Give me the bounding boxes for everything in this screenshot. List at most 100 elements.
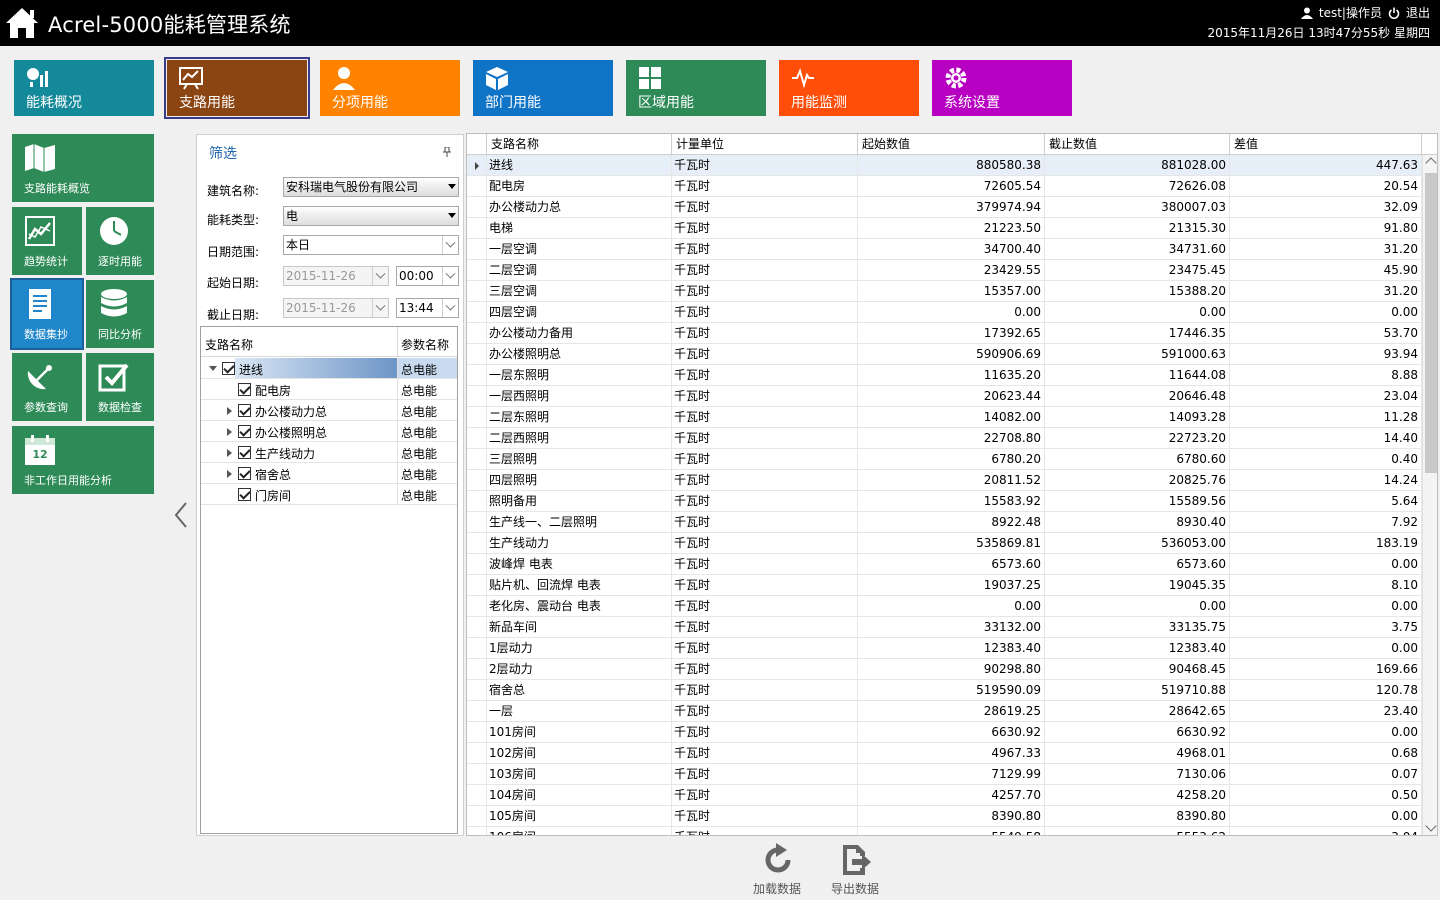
table-row[interactable]: 配电房 千瓦时 72605.54 72626.08 20.54 [467,176,1422,197]
nav-tile-3[interactable]: 分项用能 [320,60,460,116]
table-row[interactable]: 105房间 千瓦时 8390.80 8390.80 0.00 [467,806,1422,827]
row-selector[interactable] [467,428,487,449]
row-selector[interactable] [467,491,487,512]
start-time-picker[interactable]: 00:00 [396,266,459,286]
table-row[interactable]: 103房间 千瓦时 7129.99 7130.06 0.07 [467,764,1422,785]
row-selector[interactable] [467,533,487,554]
table-row[interactable]: 一层空调 千瓦时 34700.40 34731.60 31.20 [467,239,1422,260]
start-date-picker[interactable]: 2015-11-26 [283,266,389,286]
row-selector[interactable] [467,617,487,638]
grid-column-header[interactable]: 差值 [1230,134,1422,155]
sidebar-tile-2[interactable]: 趋势统计 [12,207,82,275]
tree-checkbox[interactable] [238,404,251,417]
table-row[interactable]: 四层照明 千瓦时 20811.52 20825.76 14.24 [467,470,1422,491]
nav-tile-2[interactable]: 支路用能 [164,57,310,119]
row-selector[interactable] [467,407,487,428]
nav-tile-4[interactable]: 部门用能 [473,60,613,116]
table-row[interactable]: 二层空调 千瓦时 23429.55 23475.45 45.90 [467,260,1422,281]
tree-checkbox[interactable] [238,488,251,501]
row-selector[interactable] [467,806,487,827]
row-selector[interactable] [467,386,487,407]
tree-checkbox[interactable] [238,446,251,459]
row-selector[interactable] [467,638,487,659]
row-selector[interactable] [467,323,487,344]
building-select[interactable]: 安科瑞电气股份有限公司 [283,177,459,197]
tree-row[interactable]: 办公楼照明总 总电能 [201,421,457,442]
table-row[interactable]: 一层西照明 千瓦时 20623.44 20646.48 23.04 [467,386,1422,407]
table-row[interactable]: 二层东照明 千瓦时 14082.00 14093.28 11.28 [467,407,1422,428]
export-data-button[interactable]: 导出数据 [820,842,890,898]
row-selector[interactable] [467,449,487,470]
table-row[interactable]: 老化房、震动台 电表 千瓦时 0.00 0.00 0.00 [467,596,1422,617]
tree-checkbox[interactable] [222,362,235,375]
table-row[interactable]: 2层动力 千瓦时 90298.80 90468.45 169.66 [467,659,1422,680]
table-row[interactable]: 四层空调 千瓦时 0.00 0.00 0.00 [467,302,1422,323]
row-selector[interactable] [467,302,487,323]
collapse-arrow-icon[interactable] [227,428,232,436]
row-selector[interactable] [467,176,487,197]
row-selector[interactable] [467,743,487,764]
collapse-arrow-icon[interactable] [227,407,232,415]
table-row[interactable]: 进线 千瓦时 880580.38 881028.00 447.63 [467,155,1422,176]
table-row[interactable]: 贴片机、回流焊 电表 千瓦时 19037.25 19045.35 8.10 [467,575,1422,596]
row-selector[interactable] [467,218,487,239]
tree-row[interactable]: 进线 总电能 [201,358,457,379]
sidebar-tile-1[interactable]: 支路能耗概览 [12,134,154,202]
nav-tile-5[interactable]: 区域用能 [626,60,766,116]
grid-column-header[interactable]: 截止数值 [1045,134,1230,155]
nav-tile-7[interactable]: 系统设置 [932,60,1072,116]
table-row[interactable]: 一层 千瓦时 28619.25 28642.65 23.40 [467,701,1422,722]
table-row[interactable]: 生产线一、二层照明 千瓦时 8922.48 8930.40 7.92 [467,512,1422,533]
table-row[interactable]: 电梯 千瓦时 21223.50 21315.30 91.80 [467,218,1422,239]
table-row[interactable]: 照明备用 千瓦时 15583.92 15589.56 5.64 [467,491,1422,512]
tree-row[interactable]: 生产线动力 总电能 [201,442,457,463]
home-icon[interactable] [4,6,40,40]
table-row[interactable]: 102房间 千瓦时 4967.33 4968.01 0.68 [467,743,1422,764]
tree-checkbox[interactable] [238,425,251,438]
reload-data-button[interactable]: 加载数据 [742,842,812,898]
table-row[interactable]: 101房间 千瓦时 6630.92 6630.92 0.00 [467,722,1422,743]
end-time-picker[interactable]: 13:44 [396,298,459,318]
row-selector[interactable] [467,575,487,596]
table-row[interactable]: 三层照明 千瓦时 6780.20 6780.60 0.40 [467,449,1422,470]
row-selector[interactable] [467,260,487,281]
scroll-down-icon[interactable] [1425,820,1437,832]
table-row[interactable]: 办公楼照明总 千瓦时 590906.69 591000.63 93.94 [467,344,1422,365]
table-row[interactable]: 办公楼动力备用 千瓦时 17392.65 17446.35 53.70 [467,323,1422,344]
end-date-picker[interactable]: 2015-11-26 [283,298,389,318]
pin-icon[interactable] [443,147,451,157]
tree-row[interactable]: 配电房 总电能 [201,379,457,400]
scroll-thumb[interactable] [1425,173,1437,473]
row-selector[interactable] [467,659,487,680]
vertical-scrollbar[interactable] [1422,155,1437,835]
table-row[interactable]: 生产线动力 千瓦时 535869.81 536053.00 183.19 [467,533,1422,554]
logout-link[interactable]: 退出 [1406,4,1430,21]
sidebar-tile-3[interactable]: 逐时用能 [86,207,154,275]
row-selector[interactable] [467,701,487,722]
row-selector[interactable] [467,554,487,575]
sidebar-tile-6[interactable]: 参数查询 [12,353,82,421]
row-selector[interactable] [467,197,487,218]
tree-row[interactable]: 办公楼动力总 总电能 [201,400,457,421]
table-row[interactable]: 波峰焊 电表 千瓦时 6573.60 6573.60 0.00 [467,554,1422,575]
row-selector[interactable] [467,239,487,260]
table-row[interactable]: 104房间 千瓦时 4257.70 4258.20 0.50 [467,785,1422,806]
tree-checkbox[interactable] [238,467,251,480]
tree-row[interactable]: 宿舍总 总电能 [201,463,457,484]
grid-column-header[interactable]: 计量单位 [672,134,858,155]
nav-tile-6[interactable]: 用能监测 [779,60,919,116]
power-icon[interactable] [1388,7,1400,19]
table-row[interactable]: 宿舍总 千瓦时 519590.09 519710.88 120.78 [467,680,1422,701]
row-selector[interactable] [467,827,487,835]
scroll-up-icon[interactable] [1425,157,1437,169]
sidebar-tile-5[interactable]: 同比分析 [86,280,154,348]
row-selector[interactable] [467,470,487,491]
sidebar-tile-4[interactable]: 数据集抄 [10,278,84,350]
table-row[interactable]: 二层西照明 千瓦时 22708.80 22723.20 14.40 [467,428,1422,449]
chevron-left-icon[interactable] [172,500,190,530]
collapse-arrow-icon[interactable] [227,449,232,457]
row-selector[interactable] [467,365,487,386]
row-selector[interactable] [467,281,487,302]
grid-column-header[interactable]: 支路名称 [487,134,672,155]
row-selector[interactable] [467,722,487,743]
